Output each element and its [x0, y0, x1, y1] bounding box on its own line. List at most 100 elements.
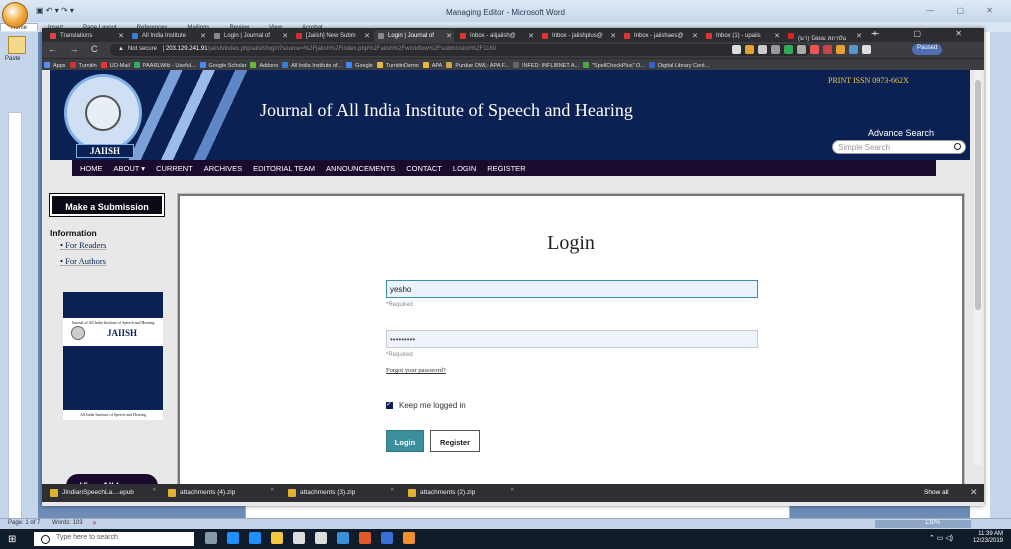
- taskbar-app-icon[interactable]: [403, 532, 415, 544]
- system-tray-icons[interactable]: ⌃ ▭ ◁): [929, 534, 953, 542]
- taskbar-app-icon[interactable]: [337, 532, 349, 544]
- browser-tab[interactable]: Login | Journal of ✕: [374, 30, 454, 42]
- proofing-icon[interactable]: ✕: [92, 520, 97, 527]
- browser-tab[interactable]: Inbox (1) - upaiis ✕: [702, 30, 782, 42]
- password-field[interactable]: •••••••••: [386, 330, 758, 348]
- nav-menu-item[interactable]: HOME: [72, 160, 106, 173]
- journal-title[interactable]: Journal of All India Institute of Speech…: [260, 100, 633, 121]
- chevron-up-icon[interactable]: ^: [391, 488, 394, 495]
- bookmark-item[interactable]: Purdue OWL: APA F...: [444, 59, 511, 69]
- bookmark-item[interactable]: Turnitin: [68, 59, 99, 69]
- office-button-icon[interactable]: [2, 2, 28, 28]
- taskbar-app-icon[interactable]: [227, 532, 239, 544]
- extension-icon[interactable]: [836, 45, 845, 54]
- show-all-button[interactable]: Show all: [924, 489, 949, 496]
- nav-menu-item[interactable]: CONTACT: [398, 160, 445, 173]
- nav-menu-item[interactable]: REGISTER: [479, 160, 528, 173]
- browser-tab[interactable]: [Jaiish] New Subm ✕: [292, 30, 372, 42]
- register-button[interactable]: Register: [430, 430, 480, 452]
- bookmark-item[interactable]: Apps: [42, 59, 68, 69]
- search-icon[interactable]: [954, 143, 961, 150]
- profile-paused-button[interactable]: Paused: [912, 44, 943, 55]
- taskbar-app-icon[interactable]: [381, 532, 393, 544]
- close-tab-icon[interactable]: ✕: [856, 32, 862, 40]
- bookmark-item[interactable]: Digital Library Cent...: [647, 59, 711, 69]
- taskbar-app-icon[interactable]: [271, 532, 283, 544]
- bookmark-item[interactable]: "SpellCheckPlus" O...: [581, 59, 647, 69]
- word-window-controls[interactable]: — ▢ ✕: [926, 6, 1003, 15]
- download-item[interactable]: JIndianSpeechLa....epub ^: [48, 487, 156, 499]
- login-button[interactable]: Login: [386, 430, 424, 452]
- nav-menu-item[interactable]: CURRENT: [148, 160, 196, 173]
- extension-icon[interactable]: [823, 45, 832, 54]
- extension-icon[interactable]: [784, 45, 793, 54]
- extension-icon[interactable]: [758, 45, 767, 54]
- download-item[interactable]: attachments (2).zip ^: [406, 487, 514, 499]
- close-tab-icon[interactable]: ✕: [610, 32, 616, 40]
- username-field[interactable]: yesho: [386, 280, 758, 298]
- extension-icon[interactable]: [771, 45, 780, 54]
- close-icon[interactable]: ✕: [970, 487, 978, 498]
- keep-logged-in-label[interactable]: Keep me logged in: [399, 401, 466, 410]
- nav-menu-item[interactable]: ARCHIVES: [196, 160, 245, 173]
- advance-search-link[interactable]: Advance Search: [868, 128, 934, 138]
- browser-tab[interactable]: All India Institute ✕: [128, 30, 208, 42]
- bookmark-item[interactable]: All India Institute of...: [280, 59, 344, 69]
- extension-icon[interactable]: [797, 45, 806, 54]
- chevron-up-icon[interactable]: ^: [153, 488, 156, 495]
- paste-icon[interactable]: [8, 36, 26, 54]
- taskbar-app-icon[interactable]: [293, 532, 305, 544]
- close-tab-icon[interactable]: ✕: [200, 32, 206, 40]
- url-bar[interactable]: ▲ Not secure | 203.129.241.91/jaiish/inde…: [110, 44, 810, 56]
- taskbar-app-icon[interactable]: [249, 532, 261, 544]
- taskbar-app-icon[interactable]: [205, 532, 217, 544]
- taskbar-app-icon[interactable]: [359, 532, 371, 544]
- scrollbar-thumb[interactable]: [975, 80, 981, 310]
- bookmark-item[interactable]: TurnitinDemo: [375, 59, 421, 69]
- for-readers-link[interactable]: For Readers: [60, 240, 106, 250]
- close-tab-icon[interactable]: ✕: [364, 32, 370, 40]
- browser-tab[interactable]: Inbox - jaiishplus@ ✕: [538, 30, 618, 42]
- download-item[interactable]: attachments (3).zip ^: [286, 487, 394, 499]
- download-item[interactable]: attachments (4).zip ^: [166, 487, 274, 499]
- close-tab-icon[interactable]: ✕: [282, 32, 288, 40]
- close-tab-icon[interactable]: ✕: [446, 32, 452, 40]
- make-submission-button[interactable]: Make a Submission: [49, 193, 165, 217]
- chevron-up-icon[interactable]: ^: [271, 488, 274, 495]
- star-icon[interactable]: [732, 45, 741, 54]
- browser-tab[interactable]: Inbox - aiijaiish@ ✕: [456, 30, 536, 42]
- bookmark-item[interactable]: INFED: INFLIBNET A...: [511, 59, 581, 69]
- bookmark-item[interactable]: APA: [421, 59, 445, 69]
- browser-tab[interactable]: (มา) บ้อผม สถาบัน ✕: [784, 30, 864, 42]
- page-scrollbar[interactable]: [974, 70, 982, 465]
- chevron-up-icon[interactable]: ^: [511, 488, 514, 495]
- nav-menu-item[interactable]: LOGIN: [445, 160, 479, 173]
- word-document-page[interactable]: [245, 505, 790, 519]
- browser-tab[interactable]: Inbox - jaiishaes@ ✕: [620, 30, 700, 42]
- windows-start-icon[interactable]: ⊞: [8, 534, 16, 545]
- clock[interactable]: 11:39 AM 12/23/2019: [973, 531, 1003, 545]
- forgot-password-link[interactable]: Forgot your password?: [386, 367, 446, 374]
- nav-menu-item[interactable]: ABOUT ▾: [106, 160, 149, 173]
- bookmark-item[interactable]: Google: [344, 59, 375, 69]
- nav-menu-item[interactable]: ANNOUNCEMENTS: [318, 160, 398, 173]
- bookmark-item[interactable]: Addons: [248, 59, 280, 69]
- view-zoom-controls[interactable]: 130%: [875, 520, 971, 528]
- browser-tab[interactable]: Translations ✕: [46, 30, 126, 42]
- chrome-window-controls[interactable]: — ▢ ✕: [871, 29, 978, 38]
- close-tab-icon[interactable]: ✕: [692, 32, 698, 40]
- simple-search-input[interactable]: Simple Search: [832, 140, 966, 154]
- extension-icon[interactable]: [862, 45, 871, 54]
- close-tab-icon[interactable]: ✕: [118, 32, 124, 40]
- for-authors-link[interactable]: For Authors: [60, 256, 106, 266]
- bookmark-item[interactable]: Google Scholar: [198, 59, 249, 69]
- taskbar-search-box[interactable]: Type here to search: [34, 532, 194, 546]
- journal-logo[interactable]: [64, 74, 142, 152]
- extension-icon[interactable]: [745, 45, 754, 54]
- nav-menu-item[interactable]: EDITORIAL TEAM: [245, 160, 318, 173]
- bookmark-item[interactable]: PAARLWiki - Useful...: [132, 59, 198, 69]
- close-tab-icon[interactable]: ✕: [528, 32, 534, 40]
- bookmark-item[interactable]: UO-Mail: [99, 59, 132, 69]
- extension-icon[interactable]: [810, 45, 819, 54]
- keep-logged-in-checkbox[interactable]: [386, 400, 393, 409]
